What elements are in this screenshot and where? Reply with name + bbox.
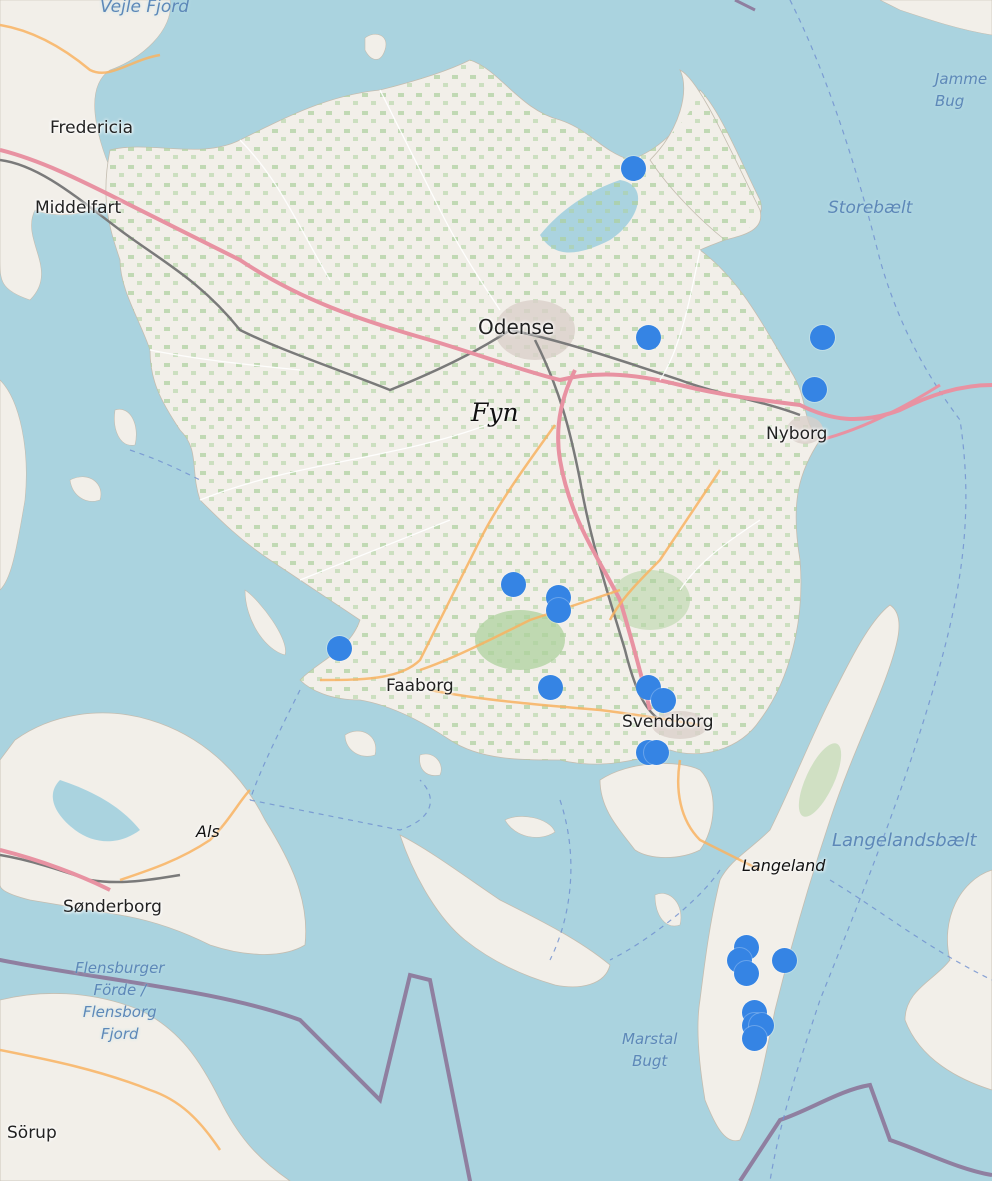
map-marker[interactable] [545, 597, 571, 623]
nyborg-label: Nyborg [766, 424, 828, 444]
sonderborg-label: Sønderborg [63, 897, 162, 917]
middelfart-label: Middelfart [35, 198, 122, 218]
map-marker[interactable] [802, 376, 828, 402]
map-marker[interactable] [772, 947, 797, 973]
map-marker[interactable] [741, 1025, 767, 1051]
marstal-bugt-label: Marstal Bugt [622, 1030, 678, 1070]
map-marker[interactable] [500, 571, 526, 597]
faaborg-label: Faaborg [386, 676, 454, 696]
vejle-fjord-label: Vejle Fjord [100, 0, 190, 17]
map-canvas[interactable]: Vejle Fjord Fredericia Middelfart Storeb… [0, 0, 992, 1181]
langeland-label: Langeland [742, 856, 826, 875]
map-marker[interactable] [809, 324, 835, 350]
als-label: Als [196, 822, 220, 841]
odense-label: Odense [478, 315, 555, 339]
jammer-bugt-label: Jamme Bug [935, 70, 988, 110]
flensburger-forde-label: Flensburger Förde / Flensborg Fjord [75, 959, 165, 1043]
svendborg-label: Svendborg [622, 712, 714, 732]
fredericia-label: Fredericia [50, 118, 134, 138]
fyn-label: Fyn [471, 398, 519, 427]
langelandsbaelt-label: Langelandsbælt [832, 830, 977, 851]
map-marker[interactable] [643, 740, 669, 766]
sorup-label: Sörup [7, 1123, 57, 1143]
storebaelt-label: Storebælt [828, 198, 913, 218]
